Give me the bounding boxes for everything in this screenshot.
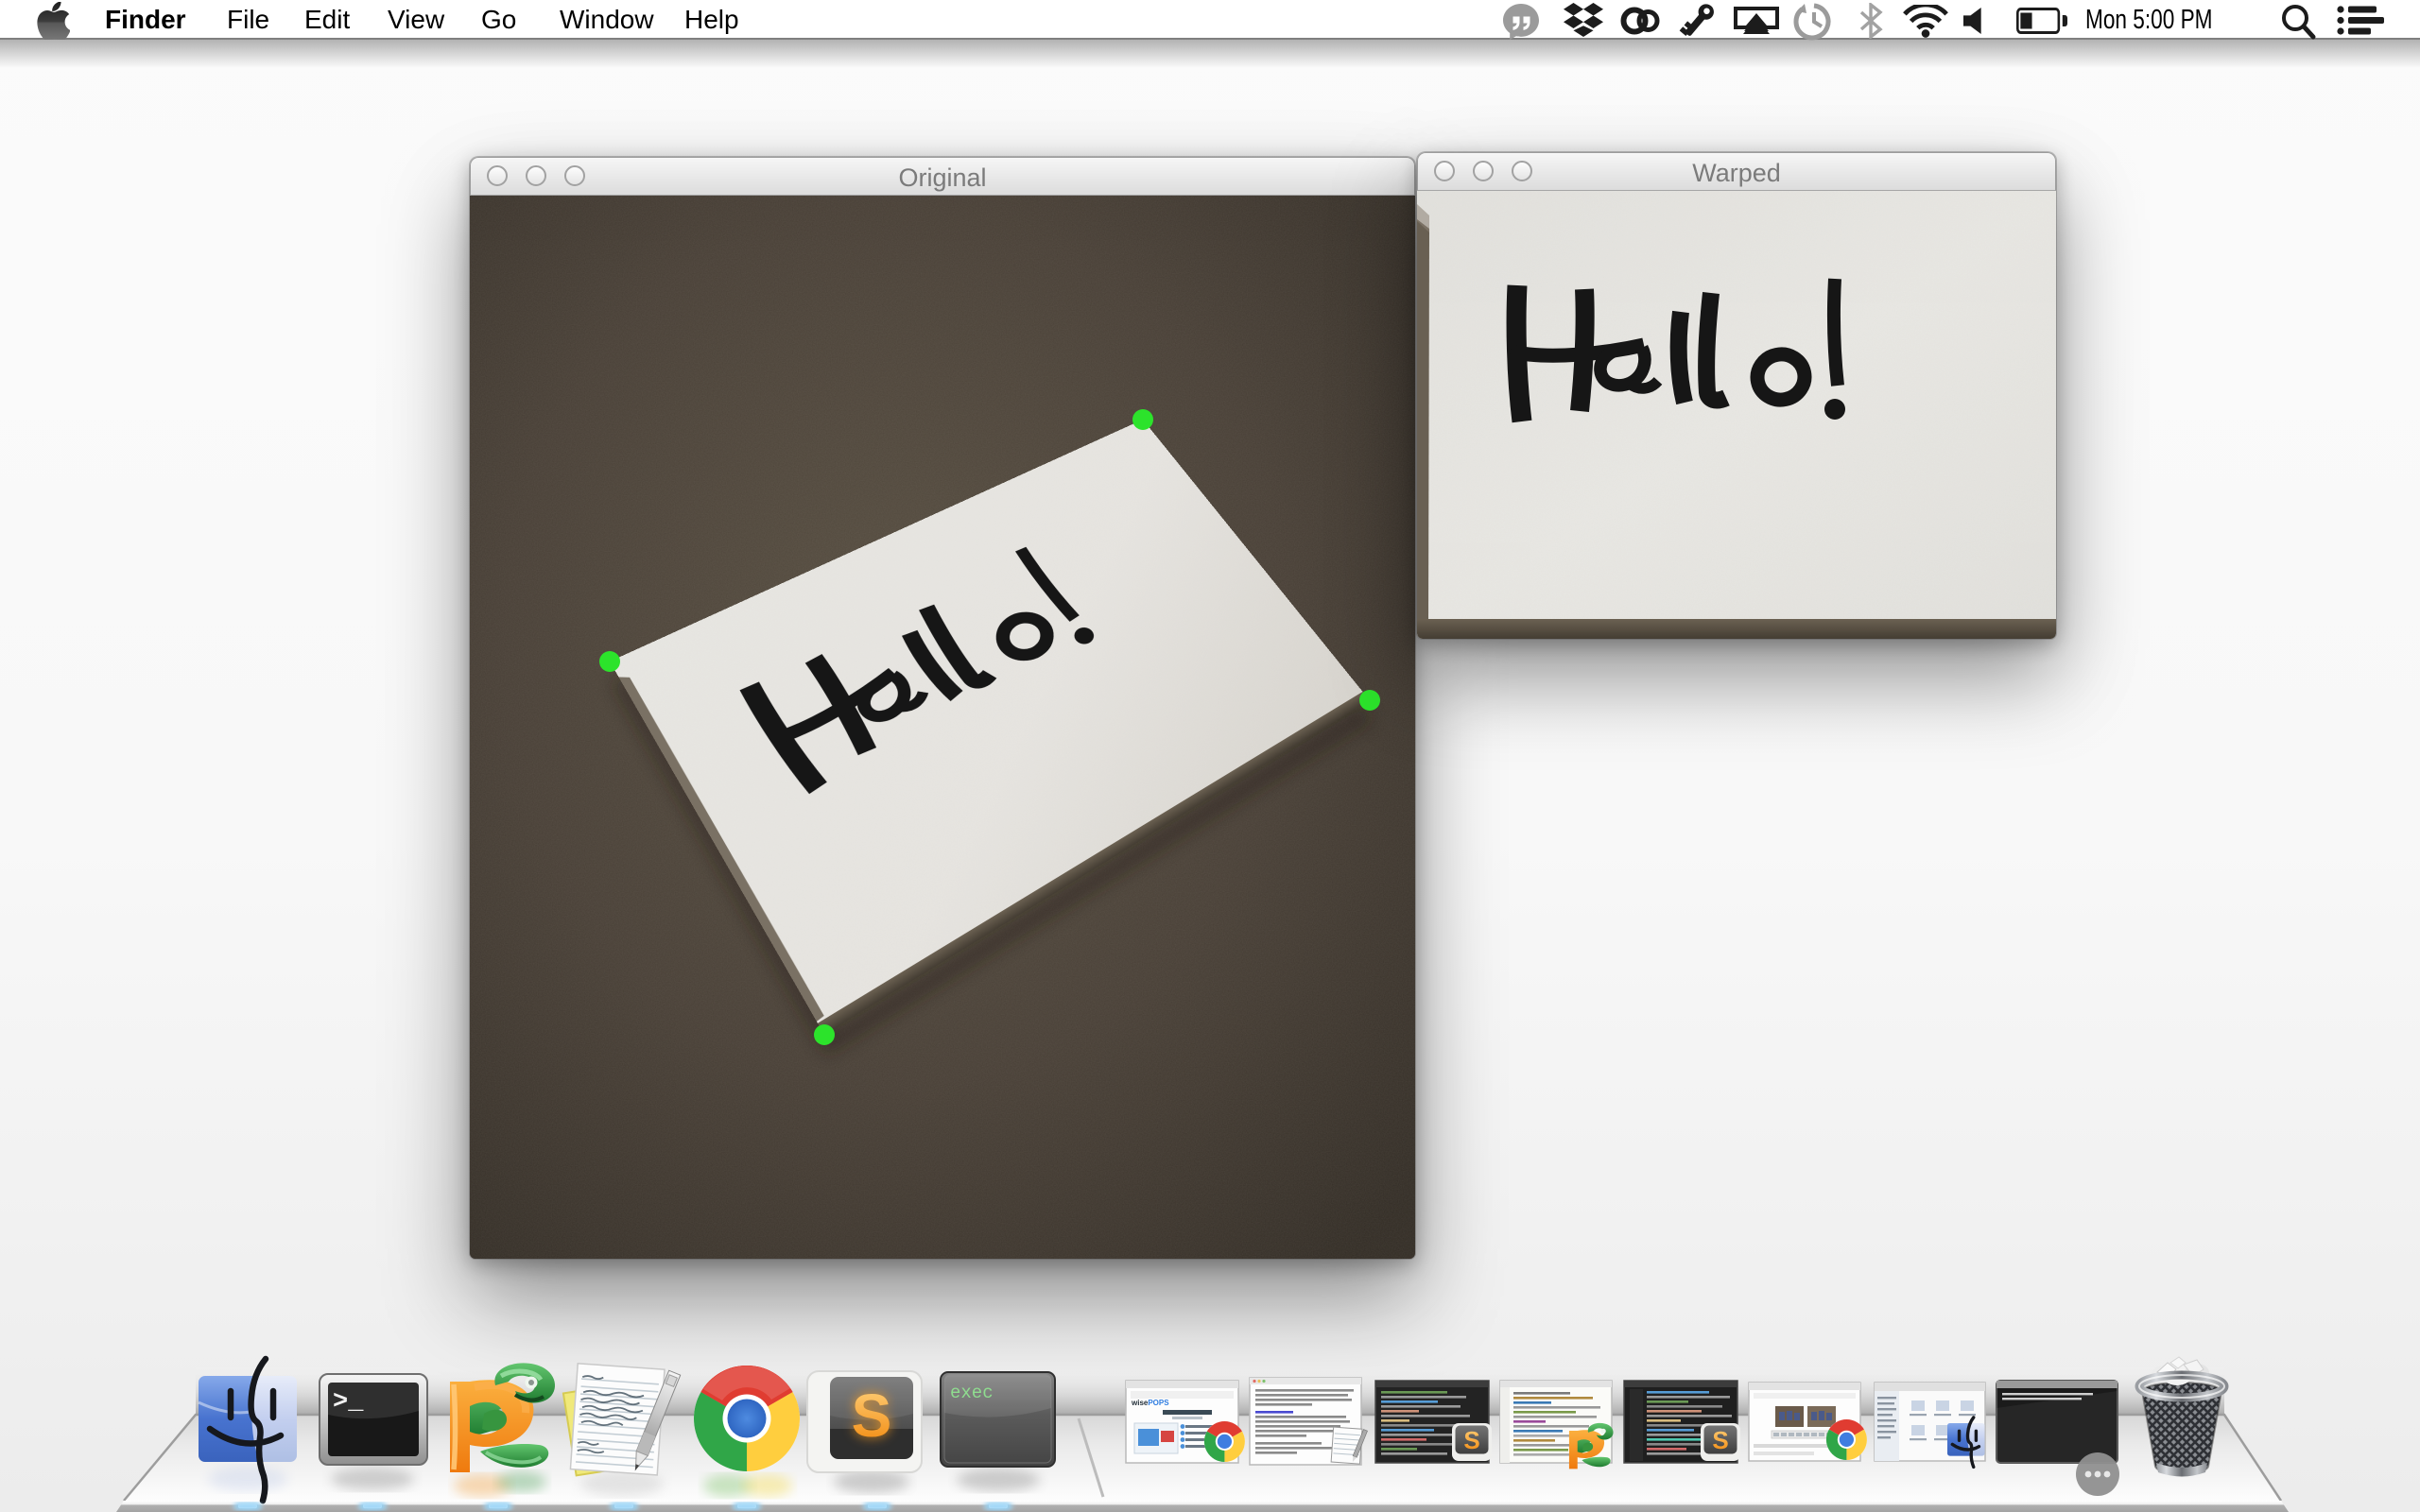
svg-text:exec: exec [950, 1383, 994, 1403]
svg-text:>_: >_ [333, 1388, 364, 1417]
svg-text:wisePOPS: wisePOPS [1131, 1399, 1169, 1407]
svg-text:S: S [852, 1382, 892, 1450]
svg-text:S: S [1712, 1426, 1728, 1454]
svg-text:S: S [1463, 1426, 1479, 1454]
